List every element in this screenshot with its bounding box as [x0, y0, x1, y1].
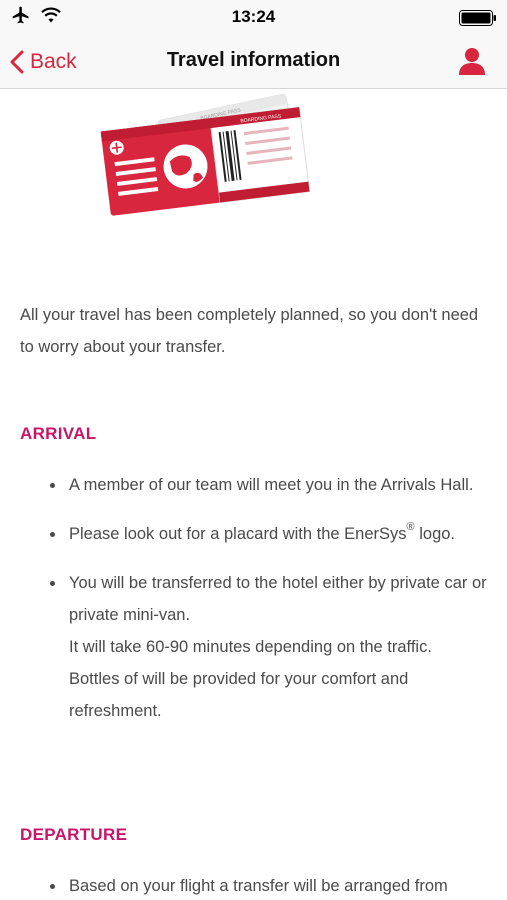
content-scroll-area[interactable]: BOARDING PASS BOARDING PASS All your tra…	[0, 89, 507, 900]
status-time: 13:24	[231, 7, 276, 26]
departure-list: Based on your flight a transfer will be …	[48, 870, 488, 900]
departure-heading: DEPARTURE	[20, 825, 128, 844]
status-bar: 13:24	[0, 0, 507, 36]
list-item: Based on your flight a transfer will be …	[48, 870, 488, 900]
profile-button[interactable]	[457, 46, 489, 78]
user-icon	[459, 48, 485, 75]
navigation-bar: Back Travel information	[0, 36, 507, 89]
list-item: Please look out for a placard with the E…	[48, 518, 488, 550]
list-item: A member of our team will meet you in th…	[48, 469, 488, 501]
battery-icon	[459, 10, 496, 26]
arrival-list: A member of our team will meet you in th…	[48, 469, 488, 744]
page-title: Travel information	[166, 49, 341, 71]
list-item: You will be transferred to the hotel eit…	[48, 567, 488, 727]
intro-text: All your travel has been completely plan…	[20, 306, 479, 356]
boarding-pass-illustration: BOARDING PASS BOARDING PASS	[100, 93, 311, 216]
arrival-heading: ARRIVAL	[20, 424, 97, 443]
